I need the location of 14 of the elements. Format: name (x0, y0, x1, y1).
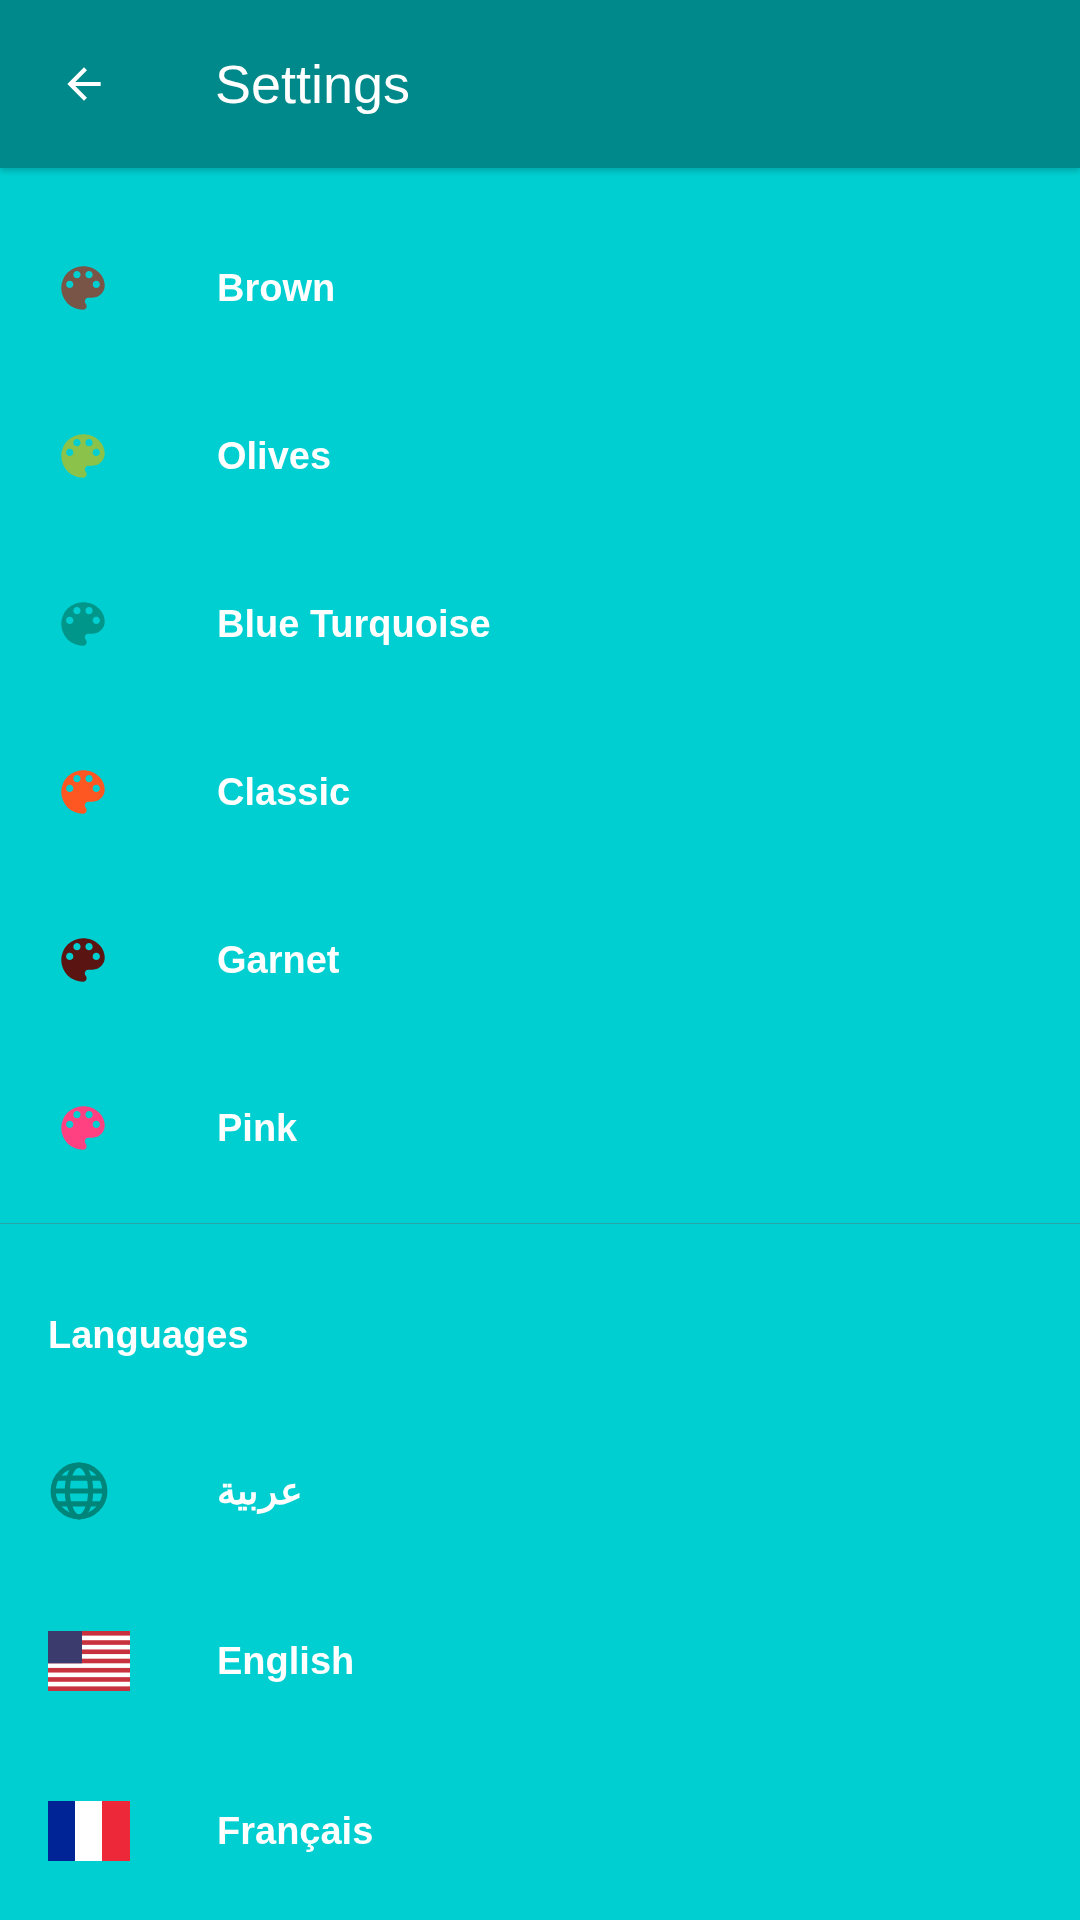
theme-item[interactable]: Blue Turquoise (0, 540, 1080, 708)
globe-icon (48, 1460, 110, 1522)
section-title: Languages (47, 1312, 250, 1358)
theme-item[interactable]: Garnet (0, 876, 1080, 1044)
theme-item[interactable]: Classic (0, 708, 1080, 876)
us-flag-icon (48, 1631, 130, 1691)
theme-item[interactable]: Olives (0, 372, 1080, 540)
theme-item[interactable]: Brown (0, 204, 1080, 372)
language-item[interactable]: عربية (0, 1406, 1080, 1576)
language-item[interactable]: Français (0, 1746, 1080, 1916)
theme-item[interactable]: Pink (0, 1044, 1080, 1212)
french-flag-icon (48, 1801, 130, 1861)
language-item[interactable]: English (0, 1576, 1080, 1746)
screen-title: Settings (215, 53, 411, 115)
